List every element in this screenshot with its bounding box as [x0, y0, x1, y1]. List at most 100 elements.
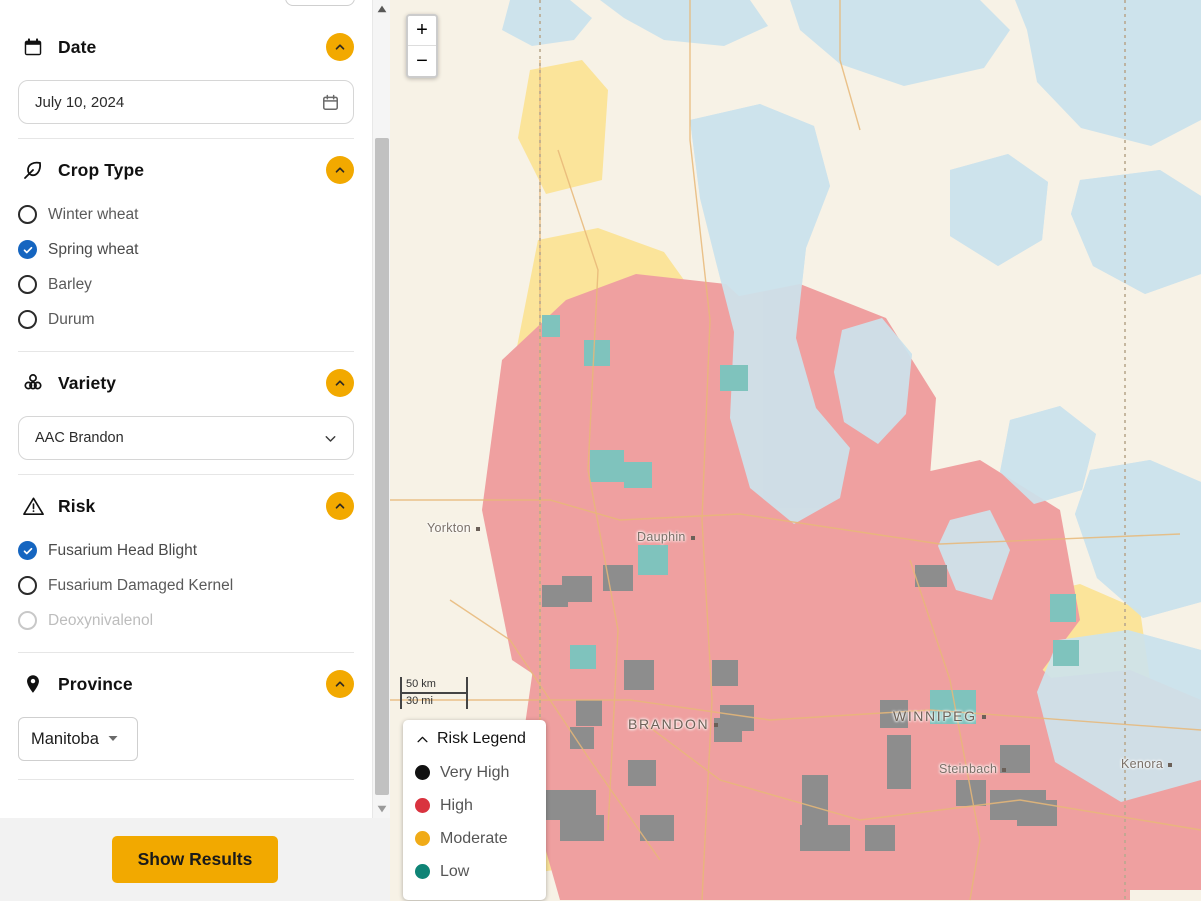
sidebar-footer: Show Results — [0, 818, 390, 901]
crop-type-radio-group: Winter wheat Spring wheat Barley Durum — [18, 197, 354, 337]
radio-fusarium-head-blight[interactable]: Fusarium Head Blight — [18, 533, 354, 568]
scale-imperial: 30 mi — [400, 694, 468, 709]
legend-item-moderate[interactable]: Moderate — [415, 822, 534, 855]
scrollbar-thumb[interactable] — [375, 138, 389, 795]
risk-legend-header[interactable]: Risk Legend — [415, 730, 534, 748]
scale-metric: 50 km — [400, 677, 468, 694]
variety-select-value: AAC Brandon — [35, 430, 124, 446]
chevron-up-icon — [335, 681, 345, 687]
section-header-province[interactable]: Province — [18, 661, 354, 707]
warning-triangle-icon — [18, 491, 48, 521]
calendar-icon — [18, 32, 48, 62]
legend-item-high[interactable]: High — [415, 789, 534, 822]
radio-label: Fusarium Damaged Kernel — [48, 576, 234, 594]
section-title-crop-type: Crop Type — [58, 159, 145, 180]
section-header-risk[interactable]: Risk — [18, 483, 354, 529]
divider — [18, 138, 354, 139]
scrollbar-up-button[interactable] — [373, 0, 390, 18]
date-input-value: July 10, 2024 — [35, 93, 125, 111]
leaf-icon — [18, 155, 48, 185]
radio-label: Durum — [48, 310, 95, 328]
triangle-up-icon — [377, 5, 387, 13]
radio-off-disabled-icon — [18, 611, 37, 630]
filters-scroll-panel: Date July 10, 2024 Crop Type Winter whea… — [0, 0, 372, 818]
legend-swatch-very-high — [415, 765, 430, 780]
application-root: Date July 10, 2024 Crop Type Winter whea… — [0, 0, 1201, 901]
chevron-up-icon — [335, 167, 345, 173]
date-input[interactable]: July 10, 2024 — [18, 80, 354, 124]
show-results-button[interactable]: Show Results — [111, 836, 279, 883]
radio-fusarium-damaged-kernel[interactable]: Fusarium Damaged Kernel — [18, 568, 354, 603]
province-select-value: Manitoba — [31, 729, 99, 748]
triangle-down-icon — [377, 805, 387, 813]
chevron-up-icon — [415, 732, 430, 747]
section-province: Province Manitoba — [0, 661, 372, 765]
radio-checked-icon — [18, 240, 37, 259]
section-date: Date July 10, 2024 — [0, 24, 372, 124]
radio-label: Winter wheat — [48, 205, 139, 223]
risk-map[interactable]: Yorkton Dauphin BRANDON WINNIPEG Steinba… — [390, 0, 1201, 901]
radio-off-icon — [18, 275, 37, 294]
legend-swatch-high — [415, 798, 430, 813]
map-zoom-controls: + − — [406, 14, 438, 78]
section-title-risk: Risk — [58, 495, 96, 516]
legend-label: Low — [440, 862, 470, 880]
radio-checked-icon — [18, 541, 37, 560]
risk-legend-panel: Risk Legend Very High High Moderate Low — [403, 720, 546, 900]
map-pin-icon — [18, 669, 48, 699]
section-header-variety[interactable]: Variety — [18, 360, 354, 406]
radio-label: Fusarium Head Blight — [48, 541, 198, 559]
sidebar-scrollbar[interactable] — [372, 0, 390, 818]
radio-barley[interactable]: Barley — [18, 267, 354, 302]
legend-label: High — [440, 796, 473, 814]
radio-off-icon — [18, 205, 37, 224]
radio-spring-wheat[interactable]: Spring wheat — [18, 232, 354, 267]
variety-select[interactable]: AAC Brandon — [18, 416, 354, 460]
chevron-up-icon — [335, 503, 345, 509]
risk-legend-title: Risk Legend — [437, 730, 526, 747]
section-header-crop-type[interactable]: Crop Type — [18, 147, 354, 193]
collapse-toggle-date[interactable] — [326, 33, 354, 61]
collapse-toggle-province[interactable] — [326, 670, 354, 698]
section-title-variety: Variety — [58, 372, 117, 393]
divider — [18, 652, 354, 653]
grain-cluster-icon — [18, 368, 48, 398]
divider — [18, 474, 354, 475]
filters-sidebar: Date July 10, 2024 Crop Type Winter whea… — [0, 0, 390, 901]
section-variety: Variety AAC Brandon — [0, 360, 372, 460]
chevron-up-icon — [335, 44, 345, 50]
zoom-in-button[interactable]: + — [408, 16, 436, 46]
legend-label: Very High — [440, 763, 510, 781]
section-title-province: Province — [58, 673, 133, 694]
legend-swatch-moderate — [415, 831, 430, 846]
collapse-toggle-crop-type[interactable] — [326, 156, 354, 184]
collapse-toggle-risk[interactable] — [326, 492, 354, 520]
divider — [18, 779, 354, 780]
zoom-out-button[interactable]: − — [408, 46, 436, 76]
legend-item-low[interactable]: Low — [415, 855, 534, 888]
radio-winter-wheat[interactable]: Winter wheat — [18, 197, 354, 232]
legend-item-very-high[interactable]: Very High — [415, 756, 534, 789]
section-crop-type: Crop Type Winter wheat Spring wheat Barl… — [0, 147, 372, 337]
chevron-down-icon[interactable] — [319, 427, 341, 449]
radio-deoxynivalenol: Deoxynivalenol — [18, 603, 354, 638]
legend-swatch-low — [415, 864, 430, 879]
collapse-toggle-variety[interactable] — [326, 369, 354, 397]
province-select[interactable]: Manitoba — [18, 717, 138, 761]
radio-off-icon — [18, 310, 37, 329]
radio-off-icon — [18, 576, 37, 595]
caret-down-icon — [107, 730, 119, 749]
legend-label: Moderate — [440, 829, 508, 847]
divider — [18, 351, 354, 352]
clipped-field-above — [285, 0, 355, 6]
section-header-date[interactable]: Date — [18, 24, 354, 70]
map-scale-bar: 50 km 30 mi — [400, 677, 468, 709]
radio-label: Deoxynivalenol — [48, 611, 154, 629]
radio-durum[interactable]: Durum — [18, 302, 354, 337]
section-risk: Risk Fusarium Head Blight Fusarium Damag… — [0, 483, 372, 638]
risk-radio-group: Fusarium Head Blight Fusarium Damaged Ke… — [18, 533, 354, 638]
calendar-picker-icon[interactable] — [319, 91, 341, 113]
section-title-date: Date — [58, 36, 97, 57]
radio-label: Spring wheat — [48, 240, 139, 258]
scrollbar-down-button[interactable] — [373, 800, 390, 818]
